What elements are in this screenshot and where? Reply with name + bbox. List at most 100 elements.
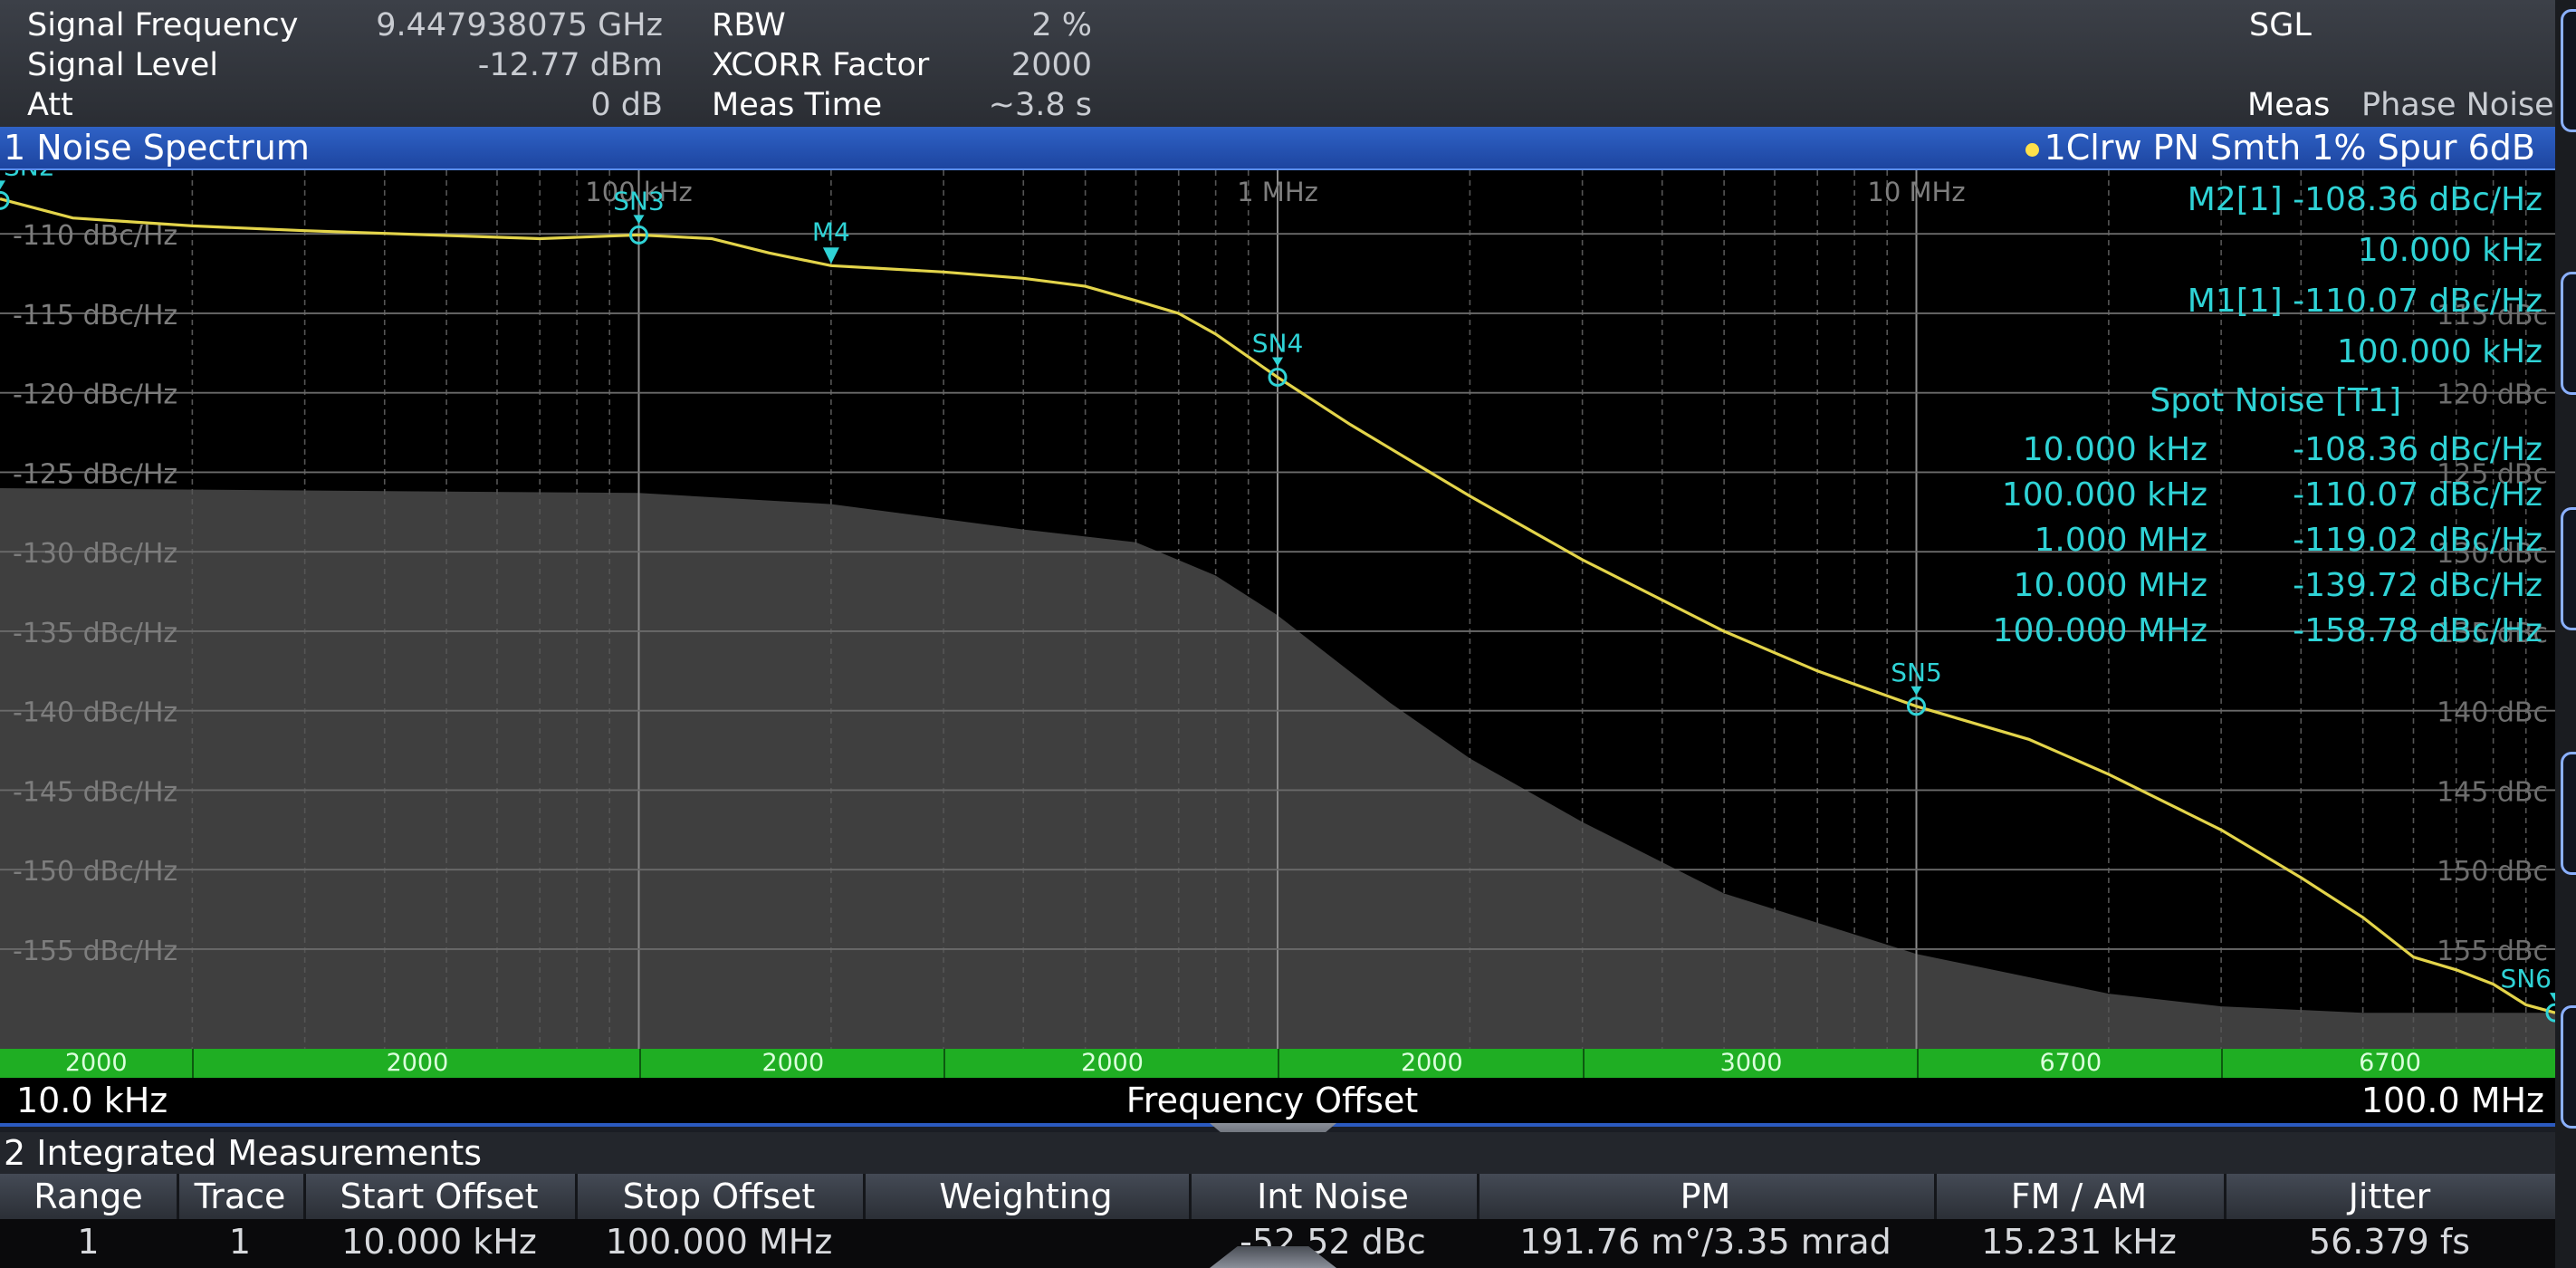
spot-noise-offset: 1.000 MHz <box>2034 522 2207 559</box>
signal-level-value: -12.77 dBm <box>477 47 663 83</box>
y-tick-label-right: 120 dBc <box>2437 379 2548 411</box>
trace-color-dot <box>2025 143 2039 157</box>
marker-label: SN4 <box>1252 329 1304 359</box>
column-header: Trace <box>177 1174 306 1219</box>
marker-label: SN6 <box>2500 964 2552 994</box>
column-header: Stop Offset <box>575 1174 866 1219</box>
measurement-header: Signal Frequency 9.447938075 GHz Signal … <box>0 0 2576 127</box>
column-header: FM / AM <box>1934 1174 2226 1219</box>
y-tick-label: -155 dBc/Hz <box>13 936 177 967</box>
x-start-label: 10.0 kHz <box>16 1081 168 1120</box>
meas-label: Meas <box>2247 87 2331 123</box>
x-axis-title: Frequency Offset <box>1125 1081 1419 1120</box>
column-header: Jitter <box>2224 1174 2558 1219</box>
column-header: Start Offset <box>303 1174 578 1219</box>
marker-label: SN2 <box>4 170 55 181</box>
y-tick-label: -120 dBc/Hz <box>13 379 177 411</box>
column-header: PM <box>1477 1174 1937 1219</box>
marker-label: M4 <box>812 216 850 246</box>
xcorr-factor-value: 2000 <box>1010 47 1092 83</box>
marker-label: SN5 <box>1891 658 1942 687</box>
table-cell: 1 <box>77 1222 100 1262</box>
x-axis-bar: 10.0 kHz Frequency Offset 100.0 MHz <box>0 1078 2555 1127</box>
table-cell: 15.231 kHz <box>1981 1222 2177 1262</box>
signal-frequency-value: 9.447938075 GHz <box>376 7 663 43</box>
y-tick-label: -150 dBc/Hz <box>13 856 177 888</box>
xcorr-segment: 3000 <box>1582 1049 1919 1078</box>
spot-noise-title: Spot Noise [T1] <box>2150 382 2401 419</box>
meas-mode-value: Phase Noise <box>2361 87 2554 123</box>
xcorr-factor-bar: 2000 2000 2000 2000 2000 3000 6700 6700 <box>0 1049 2555 1078</box>
marker-pointer <box>633 215 645 225</box>
marker-m4 <box>822 247 839 264</box>
column-header: Weighting <box>863 1174 1192 1219</box>
column-header: Int Noise <box>1189 1174 1480 1219</box>
side-tab-1[interactable] <box>2561 9 2576 132</box>
x-decade-label: 1 MHz <box>1237 177 1318 207</box>
y-tick-label-right: 140 dBc <box>2437 697 2548 729</box>
marker-label: SN3 <box>613 186 665 216</box>
noise-spectrum-plot[interactable]: -110 dBc/Hz -115 dBc/Hz 115 dBc -120 dBc/Hz… <box>0 170 2555 1049</box>
side-tab-5[interactable] <box>2561 1005 2576 1129</box>
y-tick-label: -130 dBc/Hz <box>13 538 177 570</box>
rbw-label: RBW <box>712 7 786 43</box>
xcorr-segment: 6700 <box>1916 1049 2224 1078</box>
meas-time-label: Meas Time <box>712 87 883 123</box>
y-tick-label: -145 dBc/Hz <box>13 776 177 808</box>
att-label: Att <box>27 87 73 123</box>
y-tick-label: -125 dBc/Hz <box>13 458 177 490</box>
right-edge-panel <box>2555 0 2576 1268</box>
y-tick-label-right: 155 dBc <box>2437 936 2548 967</box>
spot-noise-value: -110.07 dBc/Hz <box>2293 476 2542 514</box>
noise-spectrum-titlebar[interactable]: 1 Noise Spectrum 1Clrw PN Smth 1% Spur 6… <box>0 127 2555 170</box>
side-tab-2[interactable] <box>2561 272 2576 395</box>
x-decade-label: 10 MHz <box>1867 177 1965 207</box>
marker-info-text: M1[1] -110.07 dBc/Hz <box>2188 283 2542 320</box>
noise-spectrum-title: 1 Noise Spectrum <box>4 128 310 168</box>
y-tick-label-right: 150 dBc <box>2437 856 2548 888</box>
table-cell: 100.000 MHz <box>605 1222 833 1262</box>
xcorr-segment: 2000 <box>943 1049 1279 1078</box>
table-cell: 191.76 m°/3.35 mrad <box>1519 1222 1891 1262</box>
xcorr-factor-label: XCORR Factor <box>712 47 930 83</box>
trace-info-text: 1Clrw PN Smth 1% Spur 6dB <box>2044 128 2535 168</box>
integrated-measurements-header: Range Trace Start Offset Stop Offset Weighti… <box>0 1174 2558 1219</box>
spot-noise-value: -108.36 dBc/Hz <box>2293 431 2542 468</box>
spot-noise-offset: 10.000 kHz <box>2023 431 2207 468</box>
y-tick-label: -140 dBc/Hz <box>13 697 177 729</box>
att-value: 0 dB <box>590 87 663 123</box>
table-cell: 56.379 fs <box>2308 1222 2471 1262</box>
marker-pointer <box>1910 686 1922 696</box>
marker-info-text: 10.000 kHz <box>2358 232 2542 269</box>
y-tick-label-right: 145 dBc <box>2437 776 2548 808</box>
xcorr-segment: 2000 <box>64 1049 128 1077</box>
xcorr-segment: 2000 <box>192 1049 640 1078</box>
side-tab-4[interactable] <box>2561 752 2576 875</box>
marker-info-text: 100.000 kHz <box>2337 333 2542 370</box>
x-stop-label: 100.0 MHz <box>2361 1081 2544 1120</box>
spot-noise-offset: 100.000 MHz <box>1993 612 2207 649</box>
noise-spectrum-chart: -110 dBc/Hz-115 dBc/Hz 115 dBc-120 dBc/Hz… <box>0 170 2555 1049</box>
spot-noise-value: -158.78 dBc/Hz <box>2293 612 2542 649</box>
marker-info-text: M2[1] -108.36 dBc/Hz <box>2188 181 2542 218</box>
rbw-value: 2 % <box>1031 7 1092 43</box>
side-tab-3[interactable] <box>2561 507 2576 630</box>
marker-pointer <box>0 180 5 190</box>
spot-noise-offset: 100.000 kHz <box>2002 476 2207 514</box>
xcorr-segment: 2000 <box>638 1049 946 1078</box>
integrated-measurements-title: 2 Integrated Measurements <box>4 1133 483 1173</box>
integrated-measurements-titlebar[interactable]: 2 Integrated Measurements <box>0 1132 2555 1174</box>
marker-pointer <box>1272 357 1283 367</box>
spot-noise-offset: 10.000 MHz <box>2014 567 2207 604</box>
y-tick-label: -115 dBc/Hz <box>13 300 177 331</box>
xcorr-segment: 6700 <box>2221 1049 2557 1078</box>
column-header: Range <box>0 1174 179 1219</box>
table-cell: 1 <box>228 1222 252 1262</box>
meas-time-value: ~3.8 s <box>988 87 1092 123</box>
table-cell: 10.000 kHz <box>341 1222 537 1262</box>
xcorr-segment: 2000 <box>1278 1049 1585 1078</box>
spot-noise-value: -139.72 dBc/Hz <box>2293 567 2542 604</box>
signal-frequency-label: Signal Frequency <box>27 7 299 43</box>
y-tick-label: -135 dBc/Hz <box>13 618 177 649</box>
trace-info: 1Clrw PN Smth 1% Spur 6dB <box>2025 127 2535 168</box>
